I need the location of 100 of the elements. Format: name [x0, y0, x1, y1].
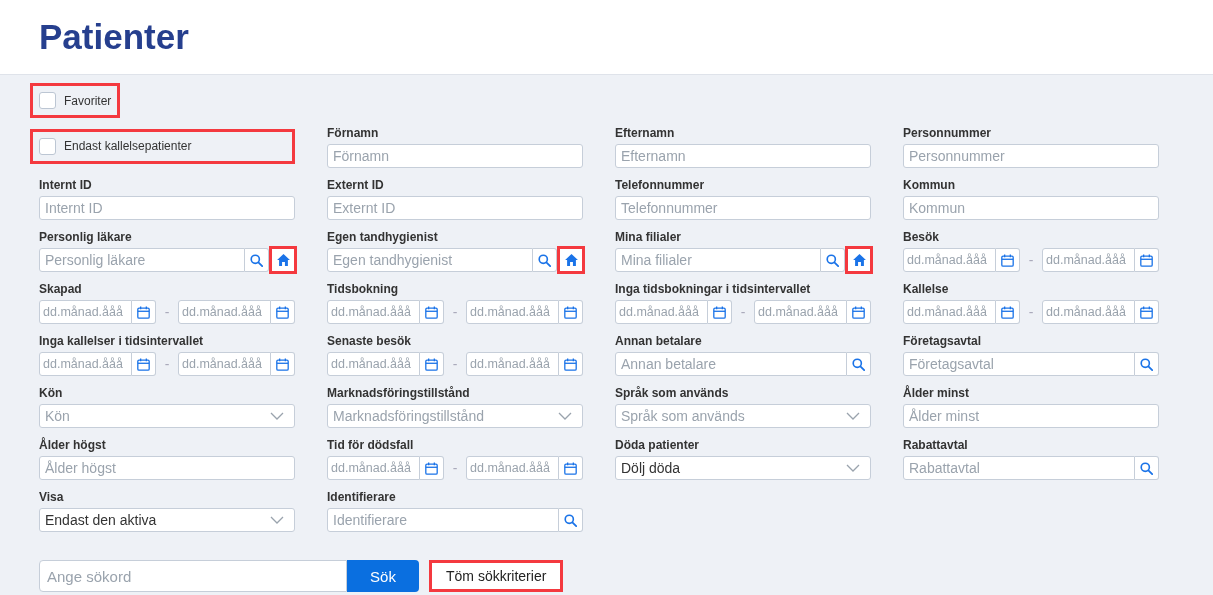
search-button[interactable] — [1135, 456, 1159, 480]
search-field[interactable]: Egen tandhygienist — [327, 248, 533, 272]
field-label: Förnamn — [327, 126, 380, 140]
field-label: Ålder minst — [903, 386, 970, 400]
text-field[interactable]: Ålder högst — [39, 456, 295, 480]
calendar-button[interactable] — [1135, 300, 1159, 324]
date-field[interactable]: dd.månad.ååå — [39, 300, 132, 324]
chevron-icon — [270, 412, 284, 420]
search-field[interactable]: Företagsavtal — [903, 352, 1135, 376]
field-label: Rabattavtal — [903, 438, 969, 452]
field-label: Kallelse — [903, 282, 950, 296]
calendar-button[interactable] — [559, 456, 583, 480]
date-field[interactable]: dd.månad.ååå — [903, 248, 996, 272]
search-icon — [564, 513, 577, 527]
calendar-icon — [564, 357, 577, 371]
calendar-icon — [1140, 253, 1153, 267]
field-label: Ålder högst — [39, 438, 107, 452]
field-label: Tidsbokning — [327, 282, 400, 296]
date-field[interactable]: dd.månad.ååå — [39, 352, 132, 376]
clear-button[interactable]: Töm sökkriterier — [429, 560, 564, 592]
page-title: Patienter — [39, 17, 189, 57]
calendar-button[interactable] — [559, 352, 583, 376]
date-field[interactable]: dd.månad.ååå — [1042, 300, 1135, 324]
text-field[interactable]: Förnamn — [327, 144, 583, 168]
field-label: Telefonnummer — [615, 178, 706, 192]
checkbox-label[interactable]: Endast kallelsepatienter — [64, 139, 192, 153]
search-button[interactable] — [559, 508, 583, 532]
calendar-icon — [276, 357, 289, 371]
text-field[interactable]: Internt ID — [39, 196, 295, 220]
calendar-icon — [276, 305, 289, 319]
calendar-icon — [852, 305, 865, 319]
calendar-button[interactable] — [271, 352, 295, 376]
date-field[interactable]: dd.månad.ååå — [327, 352, 420, 376]
calendar-icon — [713, 305, 726, 319]
search-field[interactable]: Mina filialer — [615, 248, 821, 272]
search-icon — [1140, 357, 1153, 371]
search-button[interactable] — [847, 352, 871, 376]
field-label: Personlig läkare — [39, 230, 133, 244]
calendar-icon — [564, 305, 577, 319]
calendar-button[interactable] — [559, 300, 583, 324]
date-field[interactable]: dd.månad.ååå — [466, 456, 559, 480]
field-label: Företagsavtal — [903, 334, 983, 348]
calendar-icon — [1001, 253, 1014, 267]
chevron-icon — [270, 516, 284, 524]
home-icon — [276, 254, 290, 266]
search-button[interactable] — [533, 248, 557, 272]
range-dash: - — [739, 303, 747, 322]
date-field[interactable]: dd.månad.ååå — [178, 352, 271, 376]
text-field[interactable]: Ålder minst — [903, 404, 1159, 428]
date-field[interactable]: dd.månad.ååå — [178, 300, 271, 324]
calendar-button[interactable] — [708, 300, 732, 324]
home-button[interactable] — [847, 248, 871, 272]
field-label: Kommun — [903, 178, 956, 192]
search-field[interactable]: Ange sökord — [39, 560, 347, 592]
text-field[interactable]: Efternamn — [615, 144, 871, 168]
checkbox[interactable] — [39, 92, 56, 109]
calendar-button[interactable] — [420, 300, 444, 324]
search-field[interactable]: Rabattavtal — [903, 456, 1135, 480]
search-field[interactable]: Identifierare — [327, 508, 559, 532]
date-field[interactable]: dd.månad.ååå — [754, 300, 847, 324]
calendar-button[interactable] — [132, 300, 156, 324]
chevron-icon — [846, 464, 860, 472]
calendar-button[interactable] — [132, 352, 156, 376]
checkbox-label[interactable]: Favoriter — [64, 93, 112, 108]
calendar-button[interactable] — [847, 300, 871, 324]
date-field[interactable]: dd.månad.ååå — [1042, 248, 1135, 272]
calendar-button[interactable] — [420, 456, 444, 480]
search-field[interactable]: Personlig läkare — [39, 248, 245, 272]
text-field[interactable]: Telefonnummer — [615, 196, 871, 220]
date-field[interactable]: dd.månad.ååå — [327, 300, 420, 324]
calendar-button[interactable] — [1135, 248, 1159, 272]
dropdown[interactable]: Dölj döda — [615, 456, 871, 480]
field-label: Inga kallelser i tidsintervallet — [39, 334, 205, 348]
home-button[interactable] — [559, 248, 583, 272]
checkbox[interactable] — [39, 137, 56, 155]
calendar-button[interactable] — [996, 300, 1020, 324]
field-label: Senaste besök — [327, 334, 413, 348]
calendar-icon — [425, 461, 438, 475]
search-icon — [250, 253, 263, 267]
calendar-button[interactable] — [996, 248, 1020, 272]
search-button[interactable]: Sök — [347, 560, 419, 592]
date-field[interactable]: dd.månad.ååå — [466, 300, 559, 324]
search-button[interactable] — [821, 248, 845, 272]
text-field[interactable]: Personnummer — [903, 144, 1159, 168]
field-label: Marknadsföringstillstånd — [327, 386, 471, 400]
calendar-button[interactable] — [420, 352, 444, 376]
field-label: Efternamn — [615, 126, 676, 140]
search-button[interactable] — [245, 248, 269, 272]
date-field[interactable]: dd.månad.ååå — [466, 352, 559, 376]
search-button[interactable] — [1135, 352, 1159, 376]
calendar-button[interactable] — [271, 300, 295, 324]
date-field[interactable]: dd.månad.ååå — [615, 300, 708, 324]
date-field[interactable]: dd.månad.ååå — [903, 300, 996, 324]
home-button[interactable] — [271, 248, 295, 272]
text-field[interactable]: Kommun — [903, 196, 1159, 220]
field-label: Språk som används — [615, 386, 730, 400]
date-field[interactable]: dd.månad.ååå — [327, 456, 420, 480]
search-field[interactable]: Annan betalare — [615, 352, 847, 376]
dropdown[interactable]: Endast den aktiva — [39, 508, 295, 532]
text-field[interactable]: Externt ID — [327, 196, 583, 220]
